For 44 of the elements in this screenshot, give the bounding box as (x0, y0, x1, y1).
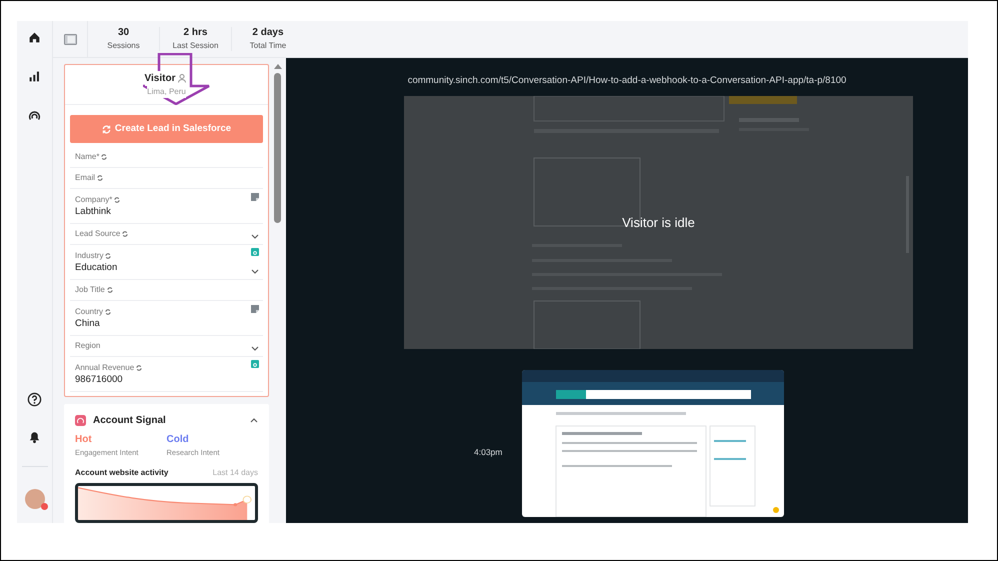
signal-logo-icon (75, 415, 86, 426)
visitor-location: Lima, Peru (147, 86, 186, 98)
stat-value: 30 (118, 26, 130, 40)
note-icon (251, 193, 259, 201)
sidebar-toggle-icon[interactable] (64, 34, 76, 44)
form-field[interactable]: Annual Revenue 986716000 (70, 357, 263, 392)
timestamp: 4:03pm (474, 446, 502, 459)
chevron-down-icon[interactable] (251, 269, 259, 274)
arrow-annotation (143, 53, 211, 105)
activity-range: Last 14 days (212, 467, 258, 480)
avatar[interactable] (24, 489, 44, 509)
chevron-down-icon[interactable] (251, 346, 259, 351)
badge-icon (251, 248, 259, 256)
intent-value: Cold (166, 434, 190, 446)
stat-value: 2 days (252, 26, 284, 40)
form-field[interactable]: Company* Labthink (70, 189, 263, 224)
badge-icon (251, 360, 259, 368)
form-field[interactable]: Lead Source (70, 224, 263, 245)
activity-title: Account website activity (75, 467, 168, 480)
stat-value: 2 hrs (184, 26, 208, 40)
form-field[interactable]: Name* (70, 147, 263, 168)
home-icon[interactable] (28, 31, 41, 44)
person-icon (178, 74, 188, 83)
note-icon (251, 305, 259, 313)
chevron-down-icon[interactable] (251, 234, 259, 239)
signal-icon[interactable] (28, 109, 41, 122)
idle-message: Visitor is idle (621, 214, 696, 232)
section-title: Account Signal (93, 414, 166, 428)
form-field[interactable]: Region (70, 336, 263, 357)
help-icon[interactable] (27, 392, 42, 407)
intent-value: Hot (75, 434, 93, 446)
bar-chart-icon[interactable] (28, 70, 41, 83)
form-field[interactable]: Email (70, 168, 263, 189)
create-lead-button[interactable]: Create Lead in Salesforce (70, 115, 263, 143)
sync-icon (102, 124, 111, 134)
chevron-up-icon[interactable] (250, 418, 258, 423)
stat-label: Total Time (250, 41, 286, 52)
stat-label: Sessions (107, 41, 140, 52)
form-field[interactable]: Job Title (70, 280, 263, 301)
form-field[interactable]: Industry Education (70, 245, 263, 280)
form-field[interactable]: Country China (70, 301, 263, 336)
page-url: community.sinch.com/t5/Conversation-API/How-to-add-a-webhook-to-a-Conversation-API-app/ta-p/8100 (406, 74, 848, 88)
visitor-name: Visitor (144, 71, 176, 86)
stat-label: Last Session (172, 41, 218, 52)
